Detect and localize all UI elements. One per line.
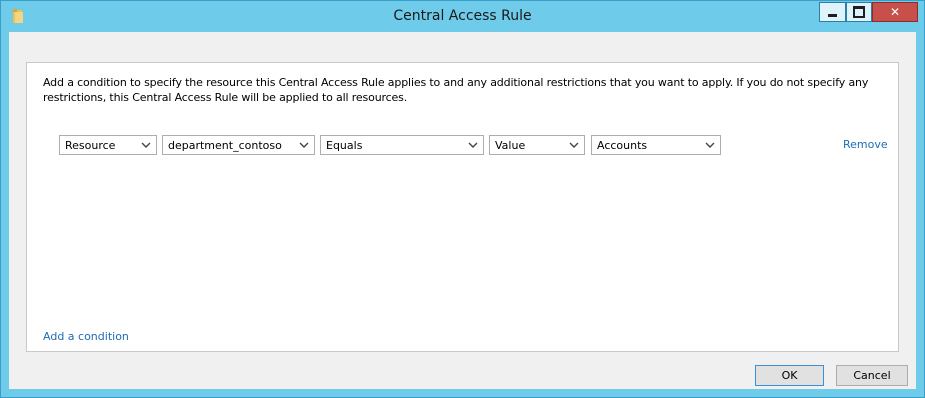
- add-condition-link[interactable]: Add a condition: [43, 330, 129, 343]
- value-type-value: Value: [495, 139, 526, 152]
- chevron-down-icon: [705, 142, 715, 148]
- source-value: Resource: [65, 139, 116, 152]
- ok-button[interactable]: OK: [755, 365, 824, 386]
- window-title: Central Access Rule: [393, 8, 532, 24]
- maximize-icon: [853, 6, 865, 18]
- title-bar[interactable]: Central Access Rule ✕: [1, 1, 924, 32]
- maximize-button[interactable]: [846, 2, 872, 22]
- chevron-down-icon: [299, 142, 309, 148]
- conditions-panel: Add a condition to specify the resource …: [26, 62, 899, 352]
- operator-dropdown[interactable]: Equals: [320, 135, 484, 155]
- description-text: Add a condition to specify the resource …: [43, 76, 869, 104]
- chevron-down-icon: [141, 142, 151, 148]
- attribute-value: department_contoso: [168, 139, 282, 152]
- minimize-icon: [828, 13, 837, 17]
- remove-condition-link[interactable]: Remove: [843, 138, 888, 151]
- dialog-window: Central Access Rule ✕ Add a condition to…: [0, 0, 925, 398]
- chevron-down-icon: [569, 142, 579, 148]
- attribute-dropdown[interactable]: department_contoso: [162, 135, 315, 155]
- value-value: Accounts: [597, 139, 648, 152]
- operator-value: Equals: [326, 139, 363, 152]
- minimize-button[interactable]: [819, 2, 846, 22]
- close-button[interactable]: ✕: [872, 2, 918, 22]
- chevron-down-icon: [468, 142, 478, 148]
- dialog-body: Add a condition to specify the resource …: [9, 32, 916, 389]
- value-dropdown[interactable]: Accounts: [591, 135, 721, 155]
- value-type-dropdown[interactable]: Value: [489, 135, 585, 155]
- cancel-button[interactable]: Cancel: [836, 365, 908, 386]
- close-icon: ✕: [889, 5, 901, 19]
- source-dropdown[interactable]: Resource: [59, 135, 157, 155]
